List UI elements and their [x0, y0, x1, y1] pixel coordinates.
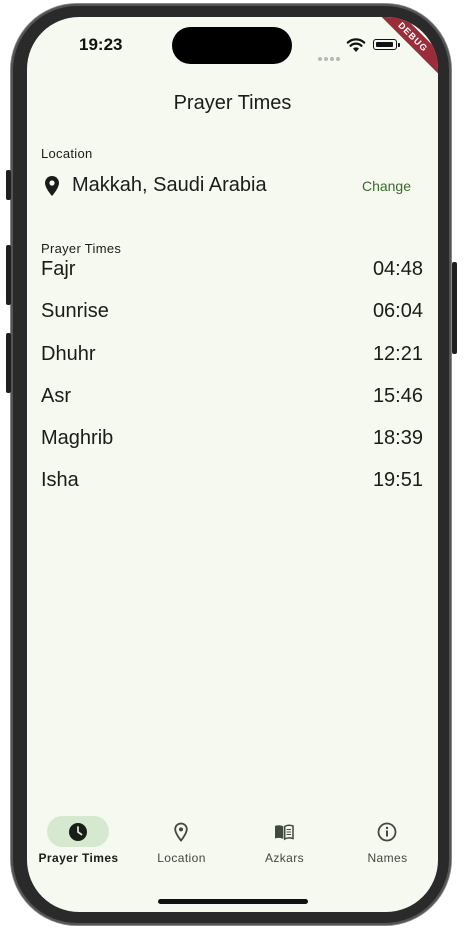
- info-icon: [377, 822, 397, 842]
- cellular-signal-icon: [318, 48, 342, 66]
- prayer-times-section-label: Prayer Times: [41, 241, 122, 256]
- prayer-times-list: Fajr 04:48 Sunrise 06:04 Dhuhr 12:21 Asr…: [41, 258, 423, 512]
- location-section-label: Location: [41, 146, 93, 161]
- nav-item-names[interactable]: Names: [336, 807, 438, 867]
- clock-icon: [69, 823, 87, 841]
- status-time: 19:23: [79, 35, 123, 54]
- prayer-name: Isha: [41, 469, 79, 492]
- home-indicator: [158, 899, 308, 904]
- side-button-volume-down: [6, 333, 11, 393]
- book-icon: [275, 824, 294, 841]
- side-button-power: [452, 262, 457, 354]
- prayer-time: 15:46: [372, 384, 423, 407]
- location-pin-icon: [174, 822, 188, 842]
- change-location-button[interactable]: Change: [362, 178, 411, 194]
- nav-item-location[interactable]: Location: [130, 807, 233, 867]
- current-location: Makkah, Saudi Arabia: [72, 174, 267, 196]
- prayer-time: 19:51: [372, 469, 423, 492]
- prayer-name: Fajr: [41, 258, 76, 280]
- prayer-row-fajr: Fajr 04:48: [41, 258, 423, 300]
- nav-label: Location: [157, 851, 206, 865]
- nav-label: Azkars: [264, 851, 305, 865]
- location-row: Makkah, Saudi Arabia Change: [41, 173, 411, 201]
- prayer-time: 06:04: [372, 300, 423, 323]
- phone-screen: 19:23 DEBUG Prayer Times Location Makkah…: [27, 17, 438, 912]
- side-button-volume-up: [6, 245, 11, 305]
- prayer-row-asr: Asr 15:46: [41, 385, 423, 427]
- nav-label: Names: [367, 851, 408, 865]
- prayer-name: Maghrib: [41, 427, 114, 450]
- prayer-row-dhuhr: Dhuhr 12:21: [41, 343, 423, 385]
- nav-item-azkars[interactable]: Azkars: [233, 807, 336, 867]
- nav-item-prayer-times[interactable]: Prayer Times: [27, 807, 130, 867]
- battery-icon: [373, 39, 400, 50]
- prayer-name: Sunrise: [41, 300, 109, 323]
- prayer-row-maghrib: Maghrib 18:39: [41, 427, 423, 469]
- prayer-time: 04:48: [372, 258, 423, 280]
- page-title: Prayer Times: [173, 92, 292, 114]
- prayer-name: Asr: [41, 384, 71, 407]
- location-pin-icon: [45, 176, 59, 196]
- nav-label: Prayer Times: [38, 851, 119, 865]
- prayer-row-sunrise: Sunrise 06:04: [41, 300, 423, 342]
- bottom-navigation-bar: Prayer Times Location Azkars Names: [27, 807, 438, 877]
- prayer-time: 18:39: [372, 427, 423, 450]
- dynamic-island: [172, 27, 292, 64]
- prayer-row-isha: Isha 19:51: [41, 469, 423, 511]
- prayer-time: 12:21: [372, 342, 423, 365]
- wifi-icon: [346, 38, 366, 52]
- prayer-name: Dhuhr: [41, 342, 96, 365]
- side-button-action: [6, 170, 11, 200]
